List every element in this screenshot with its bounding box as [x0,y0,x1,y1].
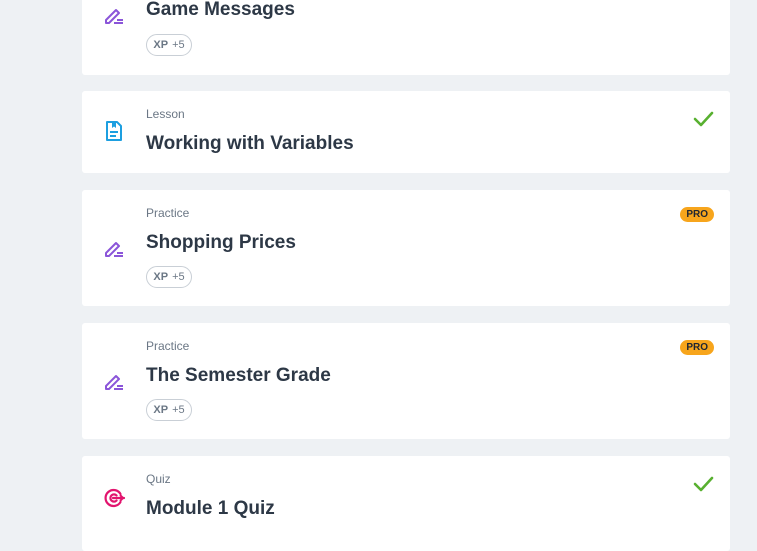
pro-badge: PRO [680,340,714,355]
xp-label: XP [153,39,169,51]
item-title: Working with Variables [146,133,354,154]
pencil-lines-icon [102,369,126,393]
item-kind: Practice [146,206,190,220]
xp-label: XP [153,271,169,283]
check-icon [692,473,714,495]
item-kind: Quiz [146,472,171,486]
item-title: Game Messages [146,0,295,20]
course-item-card[interactable]: Quiz Module 1 Quiz [82,456,730,551]
xp-value: +5 [172,39,185,51]
xp-pill: XP +5 [146,34,192,56]
item-kind: Lesson [146,107,185,121]
document-icon [102,119,126,143]
item-title: The Semester Grade [146,365,331,386]
check-icon [692,108,714,130]
xp-pill: XP +5 [146,399,192,421]
pro-badge: PRO [680,207,714,222]
course-item-card[interactable]: Practice Shopping Prices XP +5 PRO [82,190,730,306]
xp-value: +5 [172,404,185,416]
pencil-lines-icon [102,3,126,27]
item-title: Shopping Prices [146,232,296,253]
course-item-card[interactable]: Game Messages XP +5 [82,0,730,75]
item-kind: Practice [146,339,190,353]
item-title: Module 1 Quiz [146,498,275,519]
xp-label: XP [153,404,169,416]
pencil-lines-icon [102,236,126,260]
course-item-card[interactable]: Lesson Working with Variables [82,91,730,173]
course-item-card[interactable]: Practice The Semester Grade XP +5 PRO [82,323,730,439]
xp-pill: XP +5 [146,266,192,288]
target-icon [102,486,126,510]
xp-value: +5 [172,271,185,283]
